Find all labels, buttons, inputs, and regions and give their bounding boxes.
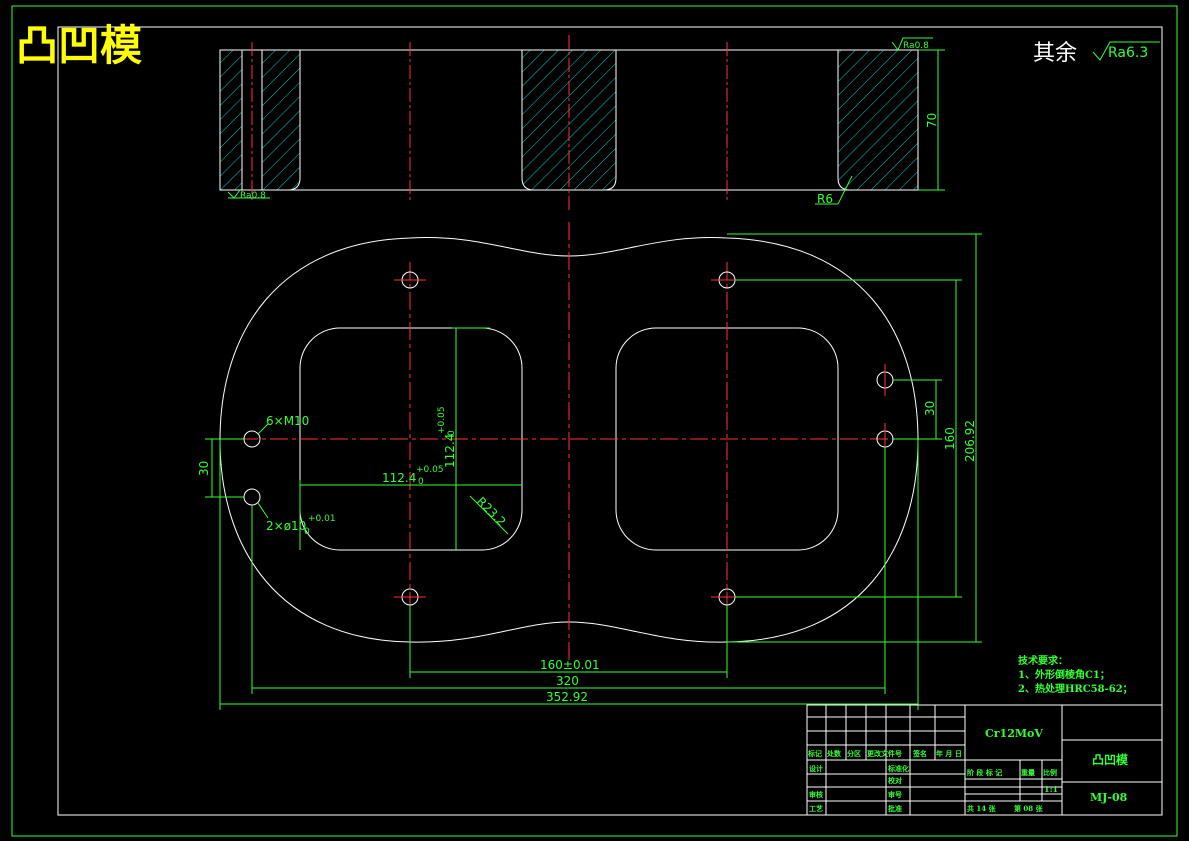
weight-header: 重量 [1021,768,1035,777]
opening-width-tol: +0.05 [416,465,444,475]
row-standard: 标准化 [887,764,909,773]
part-name: 凸凹模 [1092,752,1129,767]
sheets-total: 共 14 张 [967,804,997,813]
opening-width: 112.4 [382,471,416,485]
opening-width-sub: 0 [418,477,424,487]
scale: 1:1 [1044,784,1058,794]
dim-160-horizontal: 160±0.01 [540,658,600,672]
row-review: 审核 [809,790,823,799]
opening-height: 112.4 [443,434,457,468]
drawing-number: MJ-08 [1090,791,1128,804]
header-count: 处数 [826,749,842,758]
finish-top: Ra0.8 [903,41,929,51]
dim-160-vertical: 160 [943,427,957,450]
finish-rest-label: 其余 [1033,41,1077,66]
dim-206: 206.92 [963,420,977,462]
plan-view: 6×M10 2×ø10 +0.01 0 112.4 +0.05 0 112.4 … [197,222,982,710]
callout-pin-tol-sub: 0 [304,527,310,537]
pin-hole [243,488,261,506]
technical-notes: 技术要求： 1、外形倒棱角C1； 2、热处理HRC58-62； [1018,654,1133,695]
notes-line1: 1、外形倒棱角C1； [1018,668,1110,681]
header-mark: 标记 [807,749,822,758]
notes-heading: 技术要求： [1018,654,1068,667]
drawing-title: 凸凹模 [16,21,142,70]
dim-left-30: 30 [197,461,211,476]
row-design: 设计 [809,764,823,773]
opening-height-sub: 0 [447,430,457,436]
dim-352: 352.92 [546,690,588,704]
row-count: 审号 [888,790,902,799]
scale-header: 比例 [1043,768,1057,777]
opening-corner-radius: R23.2 [474,494,509,529]
row-proof: 校对 [888,776,902,785]
header-doc: 更改文件号 [867,749,902,758]
stage-header: 阶 段 标 记 [967,768,1002,777]
notes-line2: 2、热处理HRC58-62； [1018,682,1133,695]
material: Cr12MoV [985,727,1043,740]
pin-hole [876,364,894,396]
finish-bottom: Ra0.8 [240,191,266,201]
finish-rest-value: Ra6.3 [1108,45,1148,61]
callout-pin-tol: +0.01 [308,514,336,524]
section-radius: R6 [817,192,833,206]
dim-320: 320 [556,674,579,688]
dim-right-30: 30 [923,401,937,416]
header-sign: 签名 [912,749,927,758]
row-craft: 工艺 [809,804,823,813]
opening-height-tol: +0.05 [437,406,447,434]
row-approve: 批准 [888,804,902,813]
cad-drawing: 凸凹模 其余 Ra6.3 70 Ra0.8 Ra0.8 R6 6×M10 2×ø… [11,5,1178,837]
header-zone: 分区 [847,749,861,758]
section-view: 70 Ra0.8 Ra0.8 R6 [219,35,945,210]
section-height-dim: 70 [925,113,939,128]
callout-threaded: 6×M10 [266,414,309,428]
header-date: 年 月 日 [936,749,962,758]
sheet-number: 第 08 张 [1014,804,1044,813]
